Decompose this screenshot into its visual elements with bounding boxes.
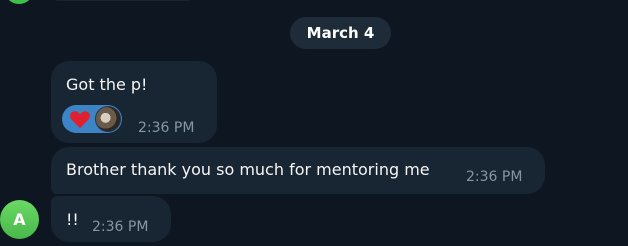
- message-timestamp: 2:36 PM: [92, 219, 149, 235]
- chat-history[interactable]: March 4 Got the p! 2:36 PM Brother thank…: [0, 0, 628, 246]
- message-text: Brother thank you so much for mentoring …: [66, 160, 430, 179]
- reactor-avatar: [95, 106, 121, 132]
- message-timestamp: 2:36 PM: [138, 120, 195, 136]
- message-timestamp: 2:36 PM: [466, 169, 523, 185]
- heart-icon: [70, 111, 90, 129]
- previous-sender-avatar[interactable]: [4, 0, 34, 4]
- message-bubble[interactable]: Got the p! 2:36 PM: [51, 61, 217, 143]
- previous-message-bubble[interactable]: [45, 0, 200, 1]
- message-bubble[interactable]: !! 2:36 PM: [51, 196, 171, 242]
- sender-avatar[interactable]: A: [0, 200, 39, 239]
- message-bubble[interactable]: Brother thank you so much for mentoring …: [51, 147, 545, 194]
- message-text: Got the p!: [66, 75, 148, 94]
- date-separator: March 4: [290, 17, 391, 49]
- message-text: !!: [66, 210, 79, 229]
- reaction-pill[interactable]: [62, 105, 122, 133]
